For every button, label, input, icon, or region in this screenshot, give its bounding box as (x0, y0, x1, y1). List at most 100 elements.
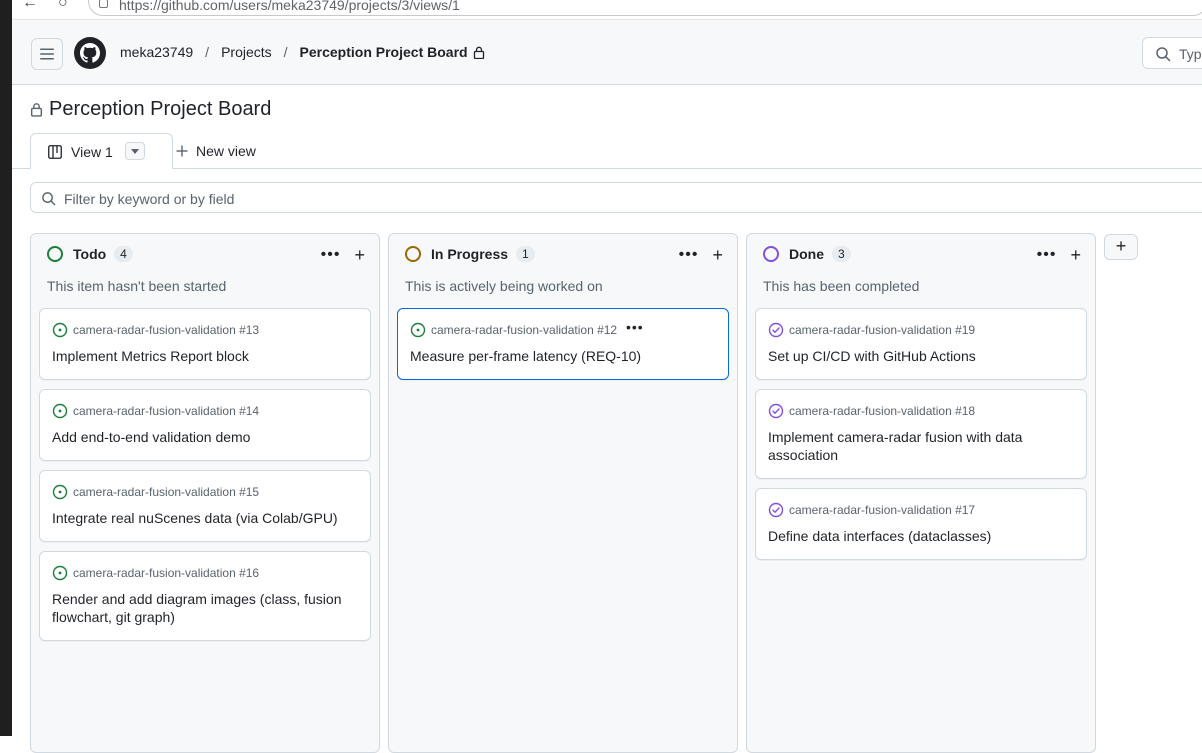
count-badge: 4 (114, 246, 133, 262)
add-column-button[interactable]: + (1104, 234, 1138, 260)
count-badge: 3 (832, 246, 851, 262)
column-header: Done 3 (763, 246, 851, 262)
issue-opened-icon (52, 484, 68, 500)
url-text: https://github.com/users/meka23749/proje… (119, 0, 460, 13)
kebab-horizontal-icon[interactable]: ••• (679, 246, 699, 264)
breadcrumb: meka23749 / Projects / Perception Projec… (120, 44, 485, 60)
github-logo-icon[interactable] (74, 37, 106, 69)
column-title: Done (789, 246, 824, 262)
issue-card[interactable]: camera-radar-fusion-validation #12 ••• M… (397, 308, 729, 380)
card-title[interactable]: Add end-to-end validation demo (52, 428, 358, 446)
board-icon (48, 145, 62, 159)
filter-input[interactable]: Filter by keyword or by field (30, 182, 1202, 213)
issue-card[interactable]: camera-radar-fusion-validation #15 Integ… (39, 470, 371, 542)
lock-icon (30, 103, 43, 117)
issue-card[interactable]: camera-radar-fusion-validation #14 Add e… (39, 389, 371, 461)
card-repo: camera-radar-fusion-validation #14 (52, 403, 358, 419)
view-options-dropdown[interactable] (125, 142, 145, 160)
plus-icon (176, 145, 188, 157)
issue-card[interactable]: camera-radar-fusion-validation #16 Rende… (39, 551, 371, 641)
card-repo: camera-radar-fusion-validation #16 (52, 565, 358, 581)
card-title[interactable]: Set up CI/CD with GitHub Actions (768, 347, 1074, 365)
breadcrumb-separator: / (205, 44, 210, 60)
column-todo: Todo 4 ••• + This item hasn't been start… (30, 233, 380, 753)
issue-closed-icon (768, 322, 784, 338)
in-progress-status-icon (405, 246, 421, 262)
card-repo: camera-radar-fusion-validation #18 (768, 403, 1074, 419)
add-item-button[interactable]: + (712, 246, 723, 264)
issue-card[interactable]: camera-radar-fusion-validation #19 Set u… (755, 308, 1087, 380)
card-title[interactable]: Implement camera-radar fusion with data … (768, 428, 1074, 464)
triangle-down-icon (131, 148, 139, 154)
project-title-text: Perception Project Board (49, 98, 272, 120)
todo-status-icon (47, 246, 63, 262)
reload-icon[interactable]: ○ (58, 0, 68, 12)
search-placeholder: Type (1179, 46, 1202, 62)
filter-placeholder: Filter by keyword or by field (64, 191, 235, 207)
card-repo-text: camera-radar-fusion-validation #17 (789, 503, 976, 517)
column-description: This item hasn't been started (47, 278, 227, 294)
kebab-horizontal-icon[interactable]: ••• (1037, 246, 1057, 264)
github-header: meka23749 / Projects / Perception Projec… (12, 20, 1202, 85)
issue-card[interactable]: camera-radar-fusion-validation #13 Imple… (39, 308, 371, 380)
view-tabs: View 1 New view (12, 133, 1202, 169)
breadcrumb-user[interactable]: meka23749 (120, 44, 193, 60)
breadcrumb-projects[interactable]: Projects (221, 44, 272, 60)
card-title[interactable]: Define data interfaces (dataclasses) (768, 527, 1074, 545)
issue-closed-icon (768, 502, 784, 518)
column-actions: ••• + (1037, 246, 1081, 264)
address-bar[interactable]: https://github.com/users/meka23749/proje… (88, 0, 1202, 16)
column-done: Done 3 ••• + This has been completed cam… (746, 233, 1096, 753)
column-title: In Progress (431, 246, 509, 262)
card-repo: camera-radar-fusion-validation #19 (768, 322, 1074, 338)
count-badge: 1 (516, 246, 535, 262)
tab-view-1[interactable]: View 1 (30, 133, 173, 169)
new-view-button[interactable]: New view (176, 143, 256, 159)
card-options-icon[interactable]: ••• (626, 319, 644, 335)
breadcrumb-separator: / (283, 44, 288, 60)
back-arrow-icon[interactable]: ← (22, 0, 38, 12)
add-item-button[interactable]: + (1070, 246, 1081, 264)
issue-card[interactable]: camera-radar-fusion-validation #18 Imple… (755, 389, 1087, 479)
card-title[interactable]: Implement Metrics Report block (52, 347, 358, 365)
kebab-horizontal-icon[interactable]: ••• (321, 246, 341, 264)
card-list: camera-radar-fusion-validation #13 Imple… (39, 308, 371, 650)
card-title[interactable]: Measure per-frame latency (REQ-10) (410, 347, 716, 365)
window-edge (0, 0, 12, 736)
card-repo: camera-radar-fusion-validation #13 (52, 322, 358, 338)
column-header: In Progress 1 (405, 246, 535, 262)
issue-card[interactable]: camera-radar-fusion-validation #17 Defin… (755, 488, 1087, 560)
site-info-icon[interactable] (99, 0, 108, 8)
add-item-button[interactable]: + (354, 246, 365, 264)
card-repo-text: camera-radar-fusion-validation #16 (73, 566, 260, 580)
hamburger-icon (40, 48, 54, 60)
card-list: camera-radar-fusion-validation #19 Set u… (755, 308, 1087, 569)
menu-button[interactable] (31, 38, 63, 70)
new-view-label: New view (196, 143, 256, 159)
card-repo-text: camera-radar-fusion-validation #18 (789, 404, 976, 418)
column-header: Todo 4 (47, 246, 133, 262)
issue-opened-icon (52, 565, 68, 581)
issue-opened-icon (52, 403, 68, 419)
column-description: This has been completed (763, 278, 920, 294)
column-title: Todo (73, 246, 107, 262)
card-title[interactable]: Render and add diagram images (class, fu… (52, 590, 358, 626)
column-in-progress: In Progress 1 ••• + This is actively bei… (388, 233, 738, 753)
tab-view-1-label: View 1 (71, 144, 113, 160)
issue-opened-icon (410, 322, 426, 338)
search-icon (1156, 47, 1171, 62)
browser-toolbar: ← ○ https://github.com/users/meka23749/p… (12, 0, 1202, 20)
search-input[interactable]: Type (1142, 37, 1202, 69)
column-actions: ••• + (679, 246, 723, 264)
column-actions: ••• + (321, 246, 365, 264)
breadcrumb-current-project[interactable]: Perception Project Board (300, 44, 468, 60)
card-repo-text: camera-radar-fusion-validation #15 (73, 485, 260, 499)
issue-opened-icon (52, 322, 68, 338)
card-repo-text: camera-radar-fusion-validation #19 (789, 323, 976, 337)
lock-icon (473, 46, 484, 59)
card-repo: camera-radar-fusion-validation #15 (52, 484, 358, 500)
issue-closed-icon (768, 403, 784, 419)
card-repo-text: camera-radar-fusion-validation #12 (431, 323, 618, 337)
done-status-icon (763, 246, 779, 262)
card-title[interactable]: Integrate real nuScenes data (via Colab/… (52, 509, 358, 527)
